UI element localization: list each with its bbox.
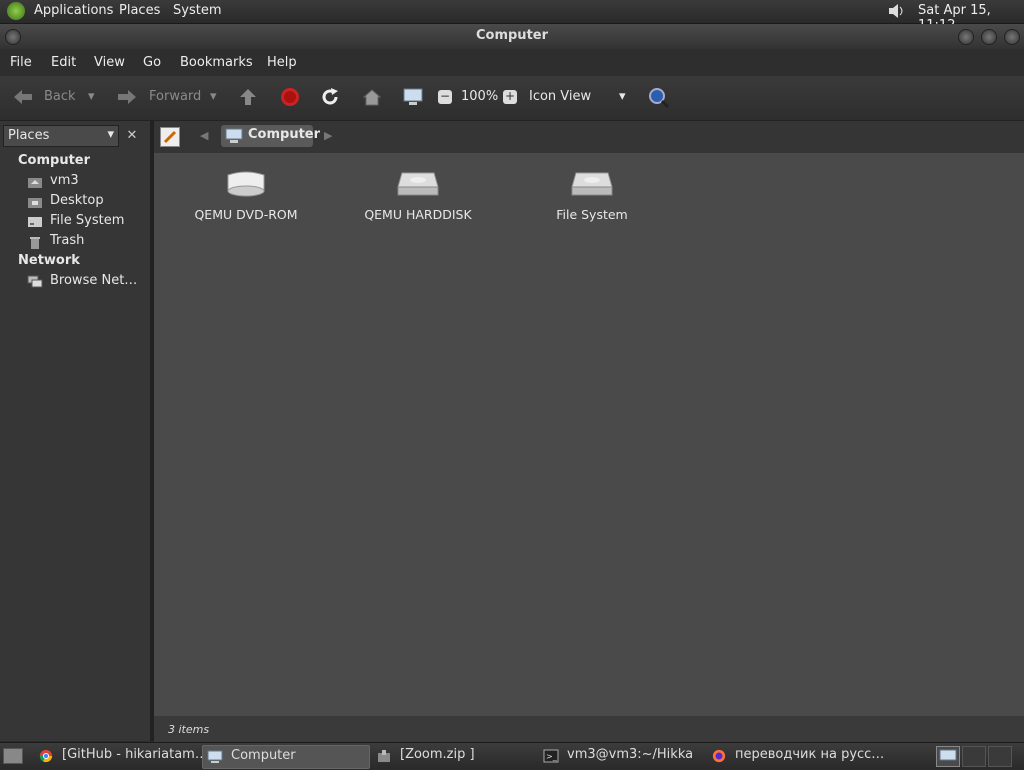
- back-history-chevron-down-icon[interactable]: ▾: [88, 89, 95, 104]
- menu-edit[interactable]: Edit: [51, 55, 76, 70]
- sidebar: Places ▾ ✕ Computer vm3 Desktop File Sys…: [0, 121, 154, 741]
- sidebar-places-select[interactable]: Places ▾: [3, 125, 119, 147]
- show-desktop-icon[interactable]: [3, 748, 23, 764]
- sidebar-item-label: Trash: [50, 233, 85, 248]
- task-zoom-zip[interactable]: [Zoom.zip ]: [372, 745, 534, 767]
- terminal-icon: >_: [543, 749, 559, 763]
- task-github[interactable]: [GitHub - hikariatam…: [34, 745, 208, 767]
- harddisk-icon: [396, 169, 440, 199]
- sidebar-item-label: Browse Net…: [50, 273, 138, 288]
- panel-menu-places[interactable]: Places: [119, 3, 160, 18]
- sidebar-item-label: File System: [50, 213, 125, 228]
- workspace-switcher[interactable]: [936, 746, 960, 767]
- sidebar-item-label: Desktop: [50, 193, 104, 208]
- task-computer[interactable]: Computer: [202, 745, 370, 769]
- computer-icon[interactable]: [402, 87, 424, 111]
- sidebar-item-label: vm3: [50, 173, 79, 188]
- taskbar: [GitHub - hikariatam… Computer [Zoom.zip…: [0, 742, 1024, 769]
- workspace-2[interactable]: [962, 746, 986, 767]
- sidebar-item-trash[interactable]: Trash: [0, 232, 150, 252]
- distro-logo-icon[interactable]: [7, 2, 25, 20]
- trash-icon: [30, 237, 40, 249]
- home-icon[interactable]: [362, 87, 382, 111]
- zoom-in-icon[interactable]: +: [503, 90, 517, 104]
- sidebar-item-file-system[interactable]: File System: [0, 212, 150, 232]
- panel-menu-system[interactable]: System: [173, 3, 221, 18]
- icon-view: QEMU DVD-ROM QEMU HARDDISK File System: [154, 153, 1024, 716]
- drive-item[interactable]: QEMU HARDDISK: [333, 153, 503, 222]
- sidebar-chevron-down-icon: ▾: [107, 127, 114, 142]
- breadcrumb-computer[interactable]: Computer: [221, 125, 320, 147]
- drive-item[interactable]: File System: [507, 153, 677, 222]
- maximize-button[interactable]: [981, 29, 997, 45]
- task-label: vm3@vm3:~/Hikka: [567, 747, 694, 762]
- close-button[interactable]: [1004, 29, 1020, 45]
- workspace-icon: [939, 749, 957, 761]
- panel-menu-applications[interactable]: Applications: [34, 3, 113, 18]
- sidebar-header-label: Places: [8, 128, 50, 143]
- harddisk-icon: [570, 169, 614, 199]
- forward-history-chevron-down-icon[interactable]: ▾: [210, 89, 217, 104]
- minimize-button[interactable]: [958, 29, 974, 45]
- volume-icon[interactable]: [887, 2, 905, 20]
- chrome-icon: [39, 749, 53, 763]
- sidebar-section-computer: Computer: [18, 153, 91, 168]
- task-label: переводчик на русс…: [735, 747, 885, 762]
- status-bar: 3 items: [154, 716, 1024, 742]
- menu-help[interactable]: Help: [267, 55, 297, 70]
- window-titlebar[interactable]: Computer: [0, 24, 1024, 49]
- computer-icon: [225, 128, 243, 143]
- breadcrumb-right-arrow-icon[interactable]: ▶: [324, 129, 332, 142]
- task-firefox[interactable]: переводчик на русс…: [707, 745, 884, 767]
- back-icon[interactable]: [12, 88, 34, 110]
- status-text: 3 items: [168, 723, 210, 736]
- stop-icon[interactable]: [280, 87, 300, 111]
- firefox-icon: [712, 749, 726, 763]
- drive-label: QEMU DVD-ROM: [194, 207, 298, 222]
- menu-file[interactable]: File: [10, 55, 32, 70]
- reload-icon[interactable]: [320, 87, 340, 111]
- desktop-folder-icon: [28, 198, 42, 208]
- view-mode-chevron-down-icon[interactable]: ▾: [619, 89, 626, 104]
- task-terminal[interactable]: >_ vm3@vm3:~/Hikka: [539, 745, 703, 767]
- window-title: Computer: [475, 28, 549, 43]
- breadcrumb-label: Computer: [248, 127, 321, 142]
- sidebar-item-browse-network[interactable]: Browse Net…: [0, 272, 150, 292]
- zoom-out-icon[interactable]: −: [438, 90, 452, 104]
- breadcrumb-left-arrow-icon[interactable]: ◀: [200, 129, 208, 142]
- task-label: [GitHub - hikariatam…: [62, 747, 208, 762]
- forward-button[interactable]: Forward: [149, 89, 201, 104]
- computer-icon: [207, 750, 223, 763]
- menubar: File Edit View Go Bookmarks Help: [0, 49, 1024, 76]
- search-icon[interactable]: [648, 87, 670, 113]
- archive-manager-icon: [378, 750, 390, 762]
- workspace-3[interactable]: [988, 746, 1012, 767]
- toolbar: Back ▾ Forward ▾ − 100% + Icon View ▾: [0, 76, 1024, 121]
- drive-icon: [28, 217, 42, 227]
- up-arrow-icon[interactable]: [238, 87, 258, 111]
- menu-go[interactable]: Go: [143, 55, 161, 70]
- svg-text:>_: >_: [546, 752, 558, 761]
- task-label: [Zoom.zip ]: [400, 747, 475, 762]
- drive-label: QEMU HARDDISK: [364, 207, 472, 222]
- drive-item[interactable]: QEMU DVD-ROM: [161, 153, 331, 222]
- sidebar-item-desktop[interactable]: Desktop: [0, 192, 150, 212]
- location-bar: ◀ Computer ▶: [154, 121, 1024, 154]
- sidebar-section-network: Network: [18, 253, 80, 268]
- sidebar-close-icon[interactable]: ✕: [122, 126, 142, 146]
- forward-icon[interactable]: [116, 88, 138, 110]
- edit-location-icon[interactable]: [160, 127, 180, 147]
- optical-drive-icon: [224, 169, 268, 199]
- menu-bookmarks[interactable]: Bookmarks: [180, 55, 253, 70]
- task-label: Computer: [231, 748, 296, 763]
- menu-view[interactable]: View: [94, 55, 125, 70]
- view-mode-select[interactable]: Icon View: [529, 89, 591, 104]
- drive-label: File System: [556, 207, 628, 222]
- sidebar-item-vm3[interactable]: vm3: [0, 172, 150, 192]
- network-icon: [27, 275, 43, 288]
- zoom-level[interactable]: 100%: [461, 89, 498, 104]
- top-panel: Applications Places System Sat Apr 15, 1…: [0, 0, 1024, 33]
- home-folder-icon: [28, 178, 42, 188]
- back-button[interactable]: Back: [44, 89, 76, 104]
